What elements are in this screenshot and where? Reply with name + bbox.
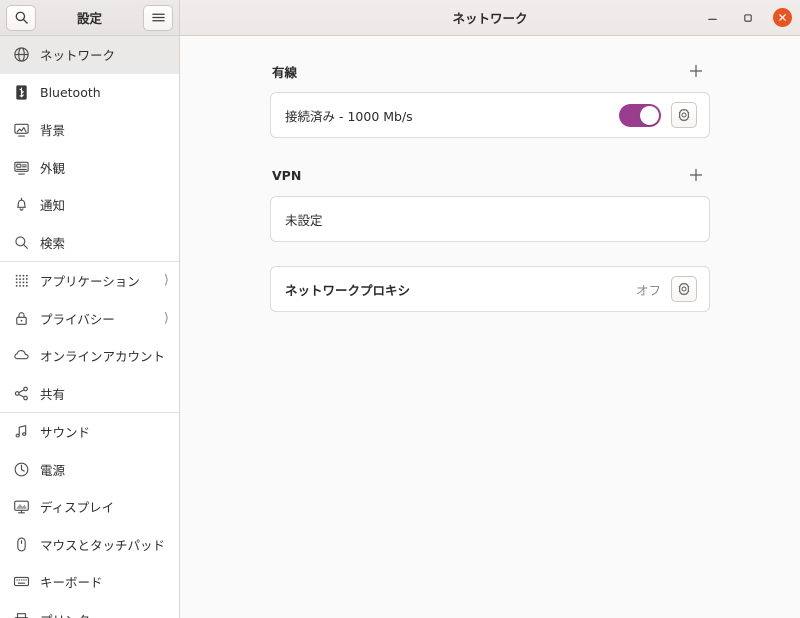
background-icon [10, 121, 32, 138]
network-proxy-card: ネットワークプロキシ オフ [270, 266, 710, 312]
music-note-icon [10, 423, 32, 440]
bell-icon [10, 196, 32, 213]
toggle-knob [640, 105, 659, 125]
network-settings-panel: 有線 接続済み - 1000 Mb/s VPN 未設定 ネットワークプロキシ オ… [180, 36, 800, 618]
chevron-right-icon: ⟩ [163, 273, 169, 289]
sidebar-item-12[interactable]: 電源 [0, 451, 179, 489]
cloud-icon [10, 347, 32, 364]
sidebar-item-label: プライバシー [40, 311, 115, 327]
sidebar-item-label: 電源 [40, 462, 66, 478]
wired-section-title: 有線 [272, 64, 298, 80]
hamburger-menu-icon [151, 11, 166, 24]
vpn-card: 未設定 [270, 196, 710, 242]
power-icon [10, 461, 32, 478]
network-globe-icon [10, 46, 32, 63]
maximize-icon [743, 13, 753, 23]
sidebar-item-11[interactable]: サウンド [0, 413, 179, 451]
minimize-button[interactable] [701, 7, 723, 29]
sidebar-item-14[interactable]: マウスとタッチパッド [0, 526, 179, 564]
add-vpn-connection-button[interactable] [684, 163, 708, 187]
keyboard-icon [10, 573, 32, 590]
sidebar-item-label: キーボード [40, 575, 103, 591]
maximize-button[interactable] [737, 7, 759, 29]
sidebar-item-label: オンラインアカウント [40, 349, 166, 365]
main-menu-button[interactable] [143, 4, 173, 31]
network-proxy-settings-button[interactable] [671, 276, 697, 302]
sidebar-item-label: 外観 [40, 160, 66, 176]
search-icon [14, 10, 29, 25]
sidebar-item-4[interactable]: 外観 [0, 149, 179, 187]
sidebar-headerbar: 設定 [0, 0, 180, 35]
window-headerbar: ネットワーク [180, 0, 800, 35]
bluetooth-icon [10, 84, 32, 101]
network-proxy-row[interactable]: ネットワークプロキシ オフ [271, 267, 709, 311]
settings-window: 設定 ネットワーク ネットワーク Bluetooth 背景 外観 通知 検索 ア… [0, 0, 800, 618]
display-icon [10, 498, 32, 515]
vpn-section-title: VPN [272, 167, 302, 183]
printer-icon [10, 611, 32, 618]
sidebar-item-label: Bluetooth [40, 84, 101, 100]
network-proxy-controls: オフ [636, 276, 697, 302]
sidebar-item-15[interactable]: キーボード [0, 563, 179, 601]
sidebar-item-label: ネットワーク [40, 48, 116, 64]
search-icon [10, 234, 32, 251]
plus-icon [689, 168, 703, 182]
wired-card: 接続済み - 1000 Mb/s [270, 92, 710, 138]
sidebar-item-label: プリンター [40, 610, 103, 618]
vpn-empty-label: 未設定 [285, 212, 323, 228]
sidebar-navigation[interactable]: ネットワーク Bluetooth 背景外観通知検索 アプリケーション ⟩ プライバシー ⟩… [0, 36, 180, 618]
vpn-empty-row: 未設定 [271, 197, 709, 241]
sidebar-item-label: 背景 [40, 123, 66, 139]
sidebar-item-label: 検索 [40, 235, 66, 251]
add-wired-connection-button[interactable] [684, 59, 708, 83]
vpn-section-header: VPN [270, 162, 710, 188]
search-button[interactable] [6, 4, 36, 31]
sidebar-item-5[interactable]: 通知 [0, 186, 179, 224]
sidebar-item-9[interactable]: オンラインアカウント [0, 337, 179, 375]
window-controls [701, 7, 792, 29]
sidebar-item-label: アプリケーション [40, 274, 140, 290]
chevron-right-icon: ⟩ [163, 310, 169, 326]
sidebar-item-3[interactable]: 背景 [0, 111, 179, 149]
appearance-icon [10, 159, 32, 176]
minimize-icon [707, 12, 718, 23]
mouse-icon [10, 536, 32, 553]
sidebar-item-label: ディスプレイ [40, 500, 115, 516]
sidebar-item-10[interactable]: 共有 [0, 375, 179, 413]
titlebar: 設定 ネットワーク [0, 0, 800, 36]
sidebar-item-1[interactable]: ネットワーク [0, 36, 179, 74]
window-body: ネットワーク Bluetooth 背景外観通知検索 アプリケーション ⟩ プライバシー ⟩… [0, 36, 800, 618]
sidebar-item-8[interactable]: プライバシー ⟩ [0, 300, 179, 338]
lock-icon [10, 310, 32, 327]
sidebar-item-13[interactable]: ディスプレイ [0, 488, 179, 526]
apps-grid-icon [10, 272, 32, 289]
wired-settings-button[interactable] [671, 102, 697, 128]
wired-row-controls [619, 102, 697, 128]
content-column: 有線 接続済み - 1000 Mb/s VPN 未設定 ネットワークプロキシ オ… [270, 58, 710, 312]
sidebar-item-6[interactable]: 検索 [0, 224, 179, 262]
close-icon [778, 13, 787, 22]
network-proxy-label: ネットワークプロキシ [285, 282, 411, 298]
close-button[interactable] [773, 8, 792, 27]
wired-connection-toggle[interactable] [619, 103, 661, 127]
network-proxy-status: オフ [635, 282, 661, 298]
sidebar-item-2[interactable]: Bluetooth [0, 74, 179, 112]
sidebar-item-label: サウンド [40, 425, 91, 441]
sidebar-item-16[interactable]: プリンター [0, 601, 179, 618]
gear-icon [677, 108, 691, 122]
plus-icon [689, 64, 703, 78]
sidebar-item-label: 共有 [40, 386, 66, 402]
share-icon [10, 385, 32, 402]
gear-icon [677, 282, 691, 296]
wired-connection-label: 接続済み - 1000 Mb/s [285, 108, 413, 124]
wired-section-header: 有線 [270, 58, 710, 84]
wired-connection-row[interactable]: 接続済み - 1000 Mb/s [271, 93, 709, 137]
sidebar-item-label: マウスとタッチパッド [40, 537, 166, 553]
sidebar-item-label: 通知 [40, 198, 66, 214]
sidebar-item-7[interactable]: アプリケーション ⟩ [0, 262, 179, 300]
